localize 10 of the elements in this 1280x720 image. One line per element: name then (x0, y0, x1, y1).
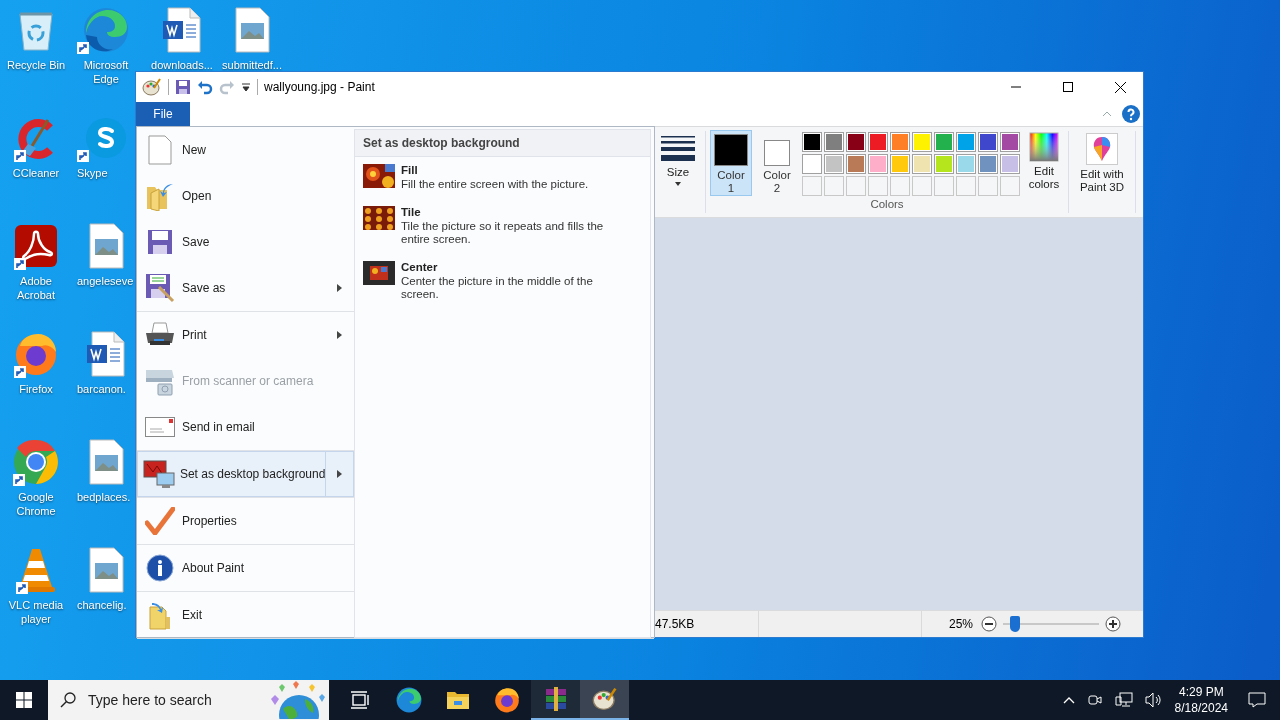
option-title: Tile (401, 206, 422, 218)
option-description: Tile the picture so it repeats and fills the entire screen. (401, 220, 605, 246)
option-title: Center (401, 261, 439, 273)
submenu-heading: Set as desktop background (355, 130, 650, 157)
group-label: Colors (870, 198, 904, 210)
zoom-level-label: 25% (948, 617, 973, 631)
option-title: Fill (401, 164, 419, 176)
window-title: wallyoung.jpg - Paint (264, 80, 375, 94)
option-description: Center the picture in the middle of the screen. (401, 275, 594, 301)
option-description: Fill the entire screen with the picture. (401, 178, 590, 191)
